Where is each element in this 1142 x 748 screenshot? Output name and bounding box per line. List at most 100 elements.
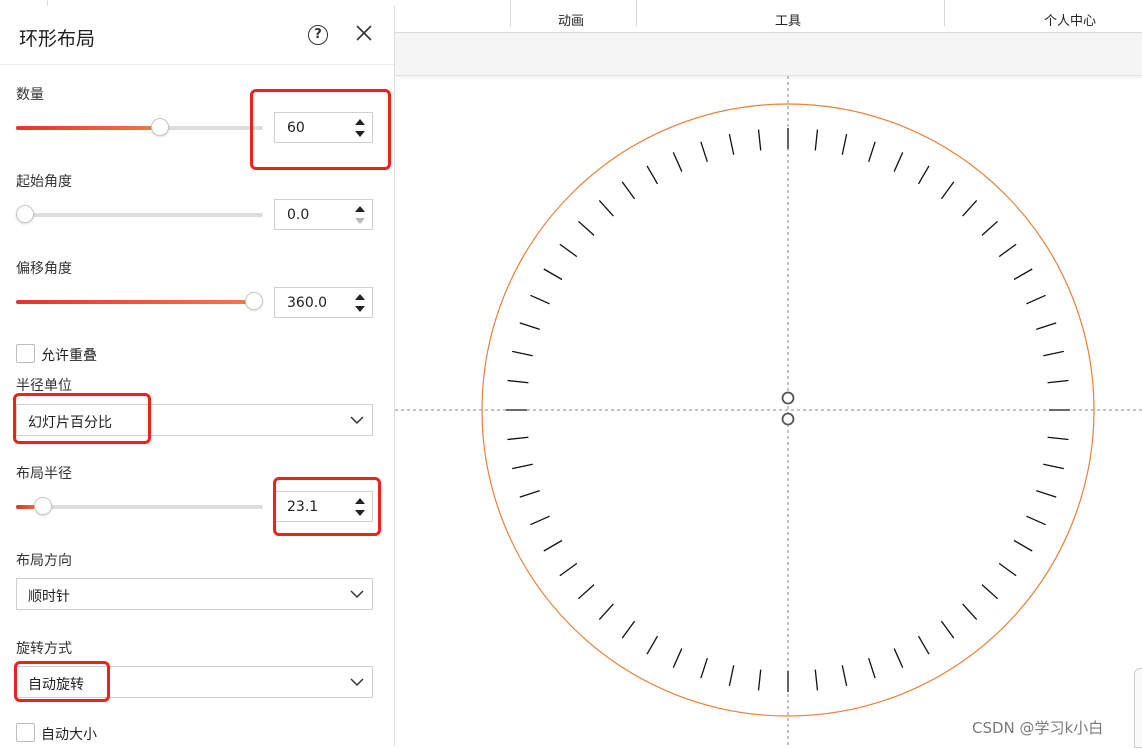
start-angle-slider[interactable] xyxy=(16,205,263,223)
tab-separator xyxy=(510,0,511,26)
tab-separator xyxy=(944,0,945,26)
tick-mark[interactable] xyxy=(577,584,595,600)
close-icon[interactable] xyxy=(354,23,374,43)
tick-mark[interactable] xyxy=(559,562,578,577)
tick-mark[interactable] xyxy=(962,603,978,621)
tick-mark[interactable] xyxy=(757,669,762,691)
tick-mark[interactable] xyxy=(841,665,848,686)
offset-angle-spinbox[interactable]: 360.0 xyxy=(274,287,373,318)
count-slider[interactable] xyxy=(16,118,263,136)
chevron-down-icon xyxy=(350,590,364,599)
tick-mark[interactable] xyxy=(917,165,930,185)
tick-mark[interactable] xyxy=(1043,463,1064,470)
tick-mark[interactable] xyxy=(559,243,578,258)
slider-thumb[interactable] xyxy=(245,292,263,310)
tick-mark[interactable] xyxy=(940,181,955,200)
radius-unit-label: 半径单位 xyxy=(16,378,72,394)
tick-mark[interactable] xyxy=(893,648,904,668)
tick-mark[interactable] xyxy=(981,220,999,236)
tick-mark[interactable] xyxy=(598,199,614,217)
slider-thumb[interactable] xyxy=(151,118,170,136)
tick-mark[interactable] xyxy=(814,669,819,691)
tab-separator xyxy=(636,0,637,26)
tick-mark[interactable] xyxy=(530,515,550,526)
tick-mark[interactable] xyxy=(621,181,636,200)
tick-mark[interactable] xyxy=(868,141,876,162)
tick-mark[interactable] xyxy=(917,635,930,655)
tick-mark[interactable] xyxy=(700,141,708,162)
tick-mark[interactable] xyxy=(1013,268,1033,281)
tick-mark[interactable] xyxy=(1043,350,1064,357)
spin-arrows[interactable] xyxy=(354,204,366,226)
tick-mark[interactable] xyxy=(814,129,819,151)
tick-mark[interactable] xyxy=(998,243,1017,258)
tick-mark[interactable] xyxy=(868,658,876,679)
center-handle-top[interactable] xyxy=(781,391,795,405)
tick-mark[interactable] xyxy=(728,134,735,155)
tab-animation[interactable]: 动画 xyxy=(558,10,584,29)
tick-mark[interactable] xyxy=(757,129,762,151)
tick-mark[interactable] xyxy=(893,152,904,172)
tab-personal-center[interactable]: 个人中心 xyxy=(1044,10,1096,29)
decrement-icon[interactable] xyxy=(355,218,365,224)
tick-mark[interactable] xyxy=(543,268,563,281)
tick-mark[interactable] xyxy=(940,620,955,639)
tick-mark[interactable] xyxy=(962,199,978,217)
tick-mark[interactable] xyxy=(646,165,659,185)
tick-mark[interactable] xyxy=(512,463,533,470)
panel-header: 环形布局 ? xyxy=(0,6,394,65)
scrollbar-corner[interactable] xyxy=(1134,668,1142,748)
tick-mark[interactable] xyxy=(577,220,595,236)
tick-mark[interactable] xyxy=(841,134,848,155)
increment-icon[interactable] xyxy=(355,206,365,212)
tick-mark[interactable] xyxy=(998,562,1017,577)
help-icon[interactable]: ? xyxy=(308,25,328,45)
tick-mark[interactable] xyxy=(1013,539,1033,552)
slider-fill xyxy=(16,300,254,304)
start-angle-value: 0.0 xyxy=(287,207,310,223)
start-angle-spinbox[interactable]: 0.0 xyxy=(274,199,373,230)
tick-mark[interactable] xyxy=(519,322,540,330)
chevron-down-icon xyxy=(350,678,364,687)
tick-mark[interactable] xyxy=(728,665,735,686)
direction-value: 顺时针 xyxy=(28,589,70,605)
tick-mark[interactable] xyxy=(519,490,540,498)
watermark: CSDN @学习k小白 xyxy=(972,719,1104,737)
spin-arrows[interactable] xyxy=(354,292,366,314)
tab-tools[interactable]: 工具 xyxy=(775,10,801,29)
tick-mark[interactable] xyxy=(1047,379,1069,384)
center-handle-bottom[interactable] xyxy=(781,412,795,426)
annotation-highlight-rotation xyxy=(14,661,110,702)
tick-mark[interactable] xyxy=(543,539,563,552)
tick-mark[interactable] xyxy=(981,584,999,600)
tick-mark[interactable] xyxy=(1026,294,1046,305)
allow-overlap-checkbox[interactable] xyxy=(16,344,35,363)
tick-mark[interactable] xyxy=(700,658,708,679)
tick-mark[interactable] xyxy=(1036,322,1057,330)
layout-radius-slider[interactable] xyxy=(16,497,263,515)
tick-mark[interactable] xyxy=(598,603,614,621)
tick-mark[interactable] xyxy=(507,379,529,384)
tick-mark[interactable] xyxy=(621,620,636,639)
tick-mark[interactable] xyxy=(530,294,550,305)
tick-mark[interactable] xyxy=(512,350,533,357)
tick-mark[interactable] xyxy=(507,436,529,441)
offset-angle-value: 360.0 xyxy=(287,295,328,311)
slider-thumb[interactable] xyxy=(34,497,53,515)
direction-select[interactable]: 顺时针 xyxy=(16,578,373,610)
tick-mark[interactable] xyxy=(1047,436,1069,441)
slider-fill xyxy=(16,126,161,130)
annotation-highlight-count xyxy=(250,89,391,170)
tick-mark[interactable] xyxy=(1036,490,1057,498)
tick-mark[interactable] xyxy=(672,152,683,172)
increment-icon[interactable] xyxy=(355,294,365,300)
slider-thumb[interactable] xyxy=(16,205,34,223)
slide-canvas[interactable] xyxy=(395,76,1142,746)
tick-mark[interactable] xyxy=(646,635,659,655)
auto-size-checkbox[interactable] xyxy=(16,723,35,742)
offset-angle-slider[interactable] xyxy=(16,292,263,310)
tick-mark[interactable] xyxy=(672,648,683,668)
offset-angle-label: 偏移角度 xyxy=(16,261,72,277)
tick-mark[interactable] xyxy=(1026,515,1046,526)
decrement-icon[interactable] xyxy=(355,306,365,312)
